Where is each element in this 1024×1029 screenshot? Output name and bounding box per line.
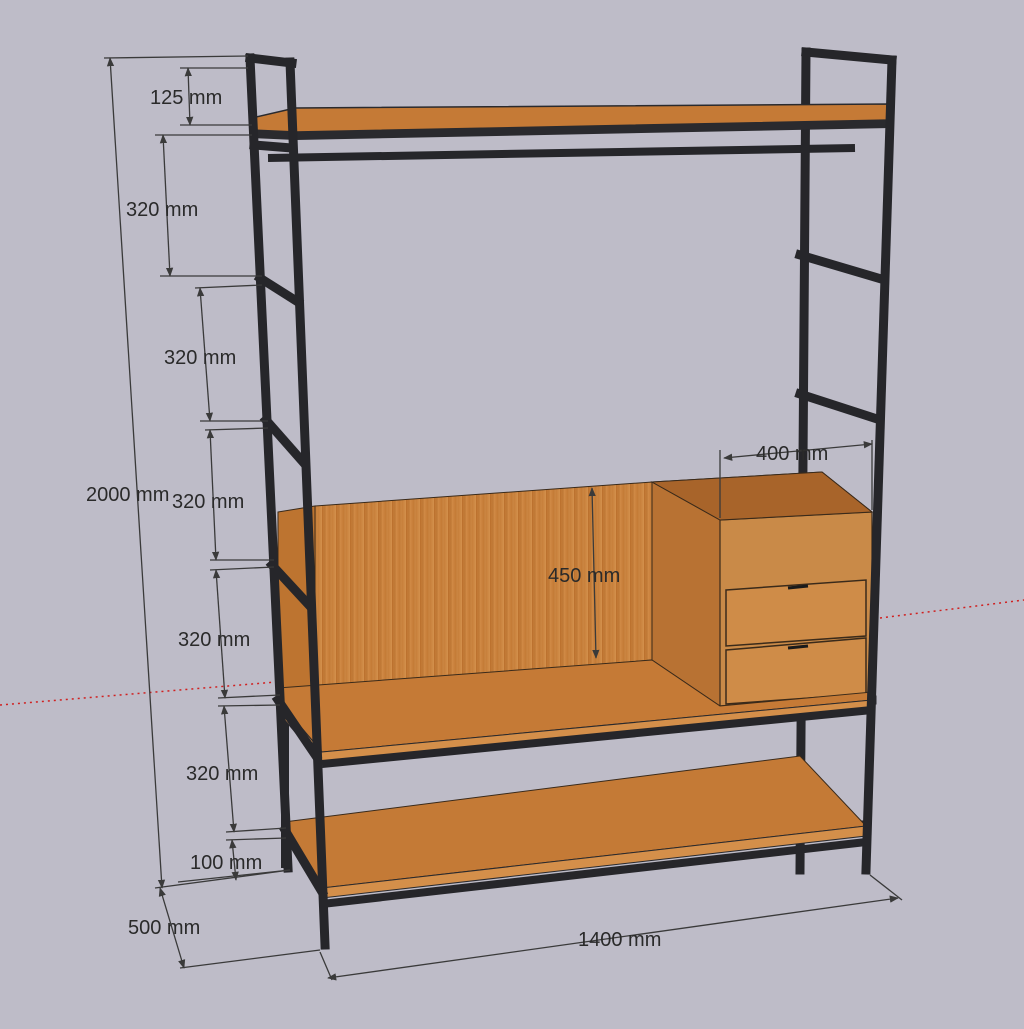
label-back-panel-height: 450 mm [548, 565, 620, 587]
label-rung-spacing-3: 320 mm [172, 491, 244, 513]
label-total-height: 2000 mm [86, 484, 169, 506]
label-rung-spacing-4: 320 mm [178, 629, 250, 651]
shelf-dimension-drawing: 125 mm 320 mm 320 mm 2000 mm 320 mm 450 … [0, 0, 1024, 1024]
label-top-gap: 125 mm [150, 87, 222, 109]
side-cabinet [650, 471, 874, 707]
front-right-frame [861, 55, 897, 875]
label-rung-spacing-2: 320 mm [164, 347, 236, 369]
label-cabinet-width: 400 mm [756, 443, 828, 465]
label-depth: 500 mm [128, 917, 200, 939]
front-left-frame [244, 52, 330, 950]
drawer-upper [725, 579, 867, 647]
label-width: 1400 mm [578, 929, 661, 951]
label-rung-spacing-1: 320 mm [126, 199, 198, 221]
label-bottom-clearance: 100 mm [190, 852, 262, 874]
label-rung-spacing-5: 320 mm [186, 763, 258, 785]
top-shelf [251, 103, 893, 140]
bottom-shelf [283, 755, 868, 908]
drawing-canvas: 125 mm 320 mm 320 mm 2000 mm 320 mm 450 … [0, 47, 1024, 981]
